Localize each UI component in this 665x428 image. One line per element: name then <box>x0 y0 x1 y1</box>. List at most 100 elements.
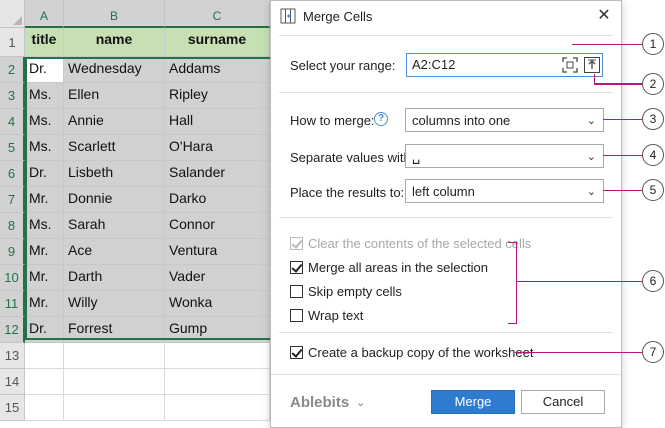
column-header-b[interactable]: B <box>64 0 165 28</box>
header-cell-title[interactable]: title <box>25 28 64 57</box>
callout-line-5 <box>603 190 642 191</box>
row-header-10[interactable]: 10 <box>0 265 25 291</box>
table-cell[interactable]: Scarlett <box>64 135 165 161</box>
empty-cell[interactable] <box>165 395 270 421</box>
chevron-down-icon[interactable]: ⌄ <box>356 396 365 409</box>
dialog-title-bar: Merge Cells ✕ <box>271 1 621 32</box>
empty-cell[interactable] <box>64 369 165 395</box>
header-cell-surname[interactable]: surname <box>165 28 270 57</box>
callout-line-1 <box>572 44 642 45</box>
column-header-a[interactable]: A <box>25 0 64 28</box>
column-header-c[interactable]: C <box>165 0 270 28</box>
row-header-4[interactable]: 4 <box>0 109 25 135</box>
table-cell[interactable]: Ms. <box>25 83 64 109</box>
table-cell[interactable]: Darth <box>64 265 165 291</box>
select-all-corner[interactable] <box>0 0 25 28</box>
empty-cell[interactable] <box>64 343 165 369</box>
table-cell[interactable]: Donnie <box>64 187 165 213</box>
callout-line-3 <box>603 119 642 120</box>
table-cell[interactable]: Darko <box>165 187 270 213</box>
backup-label: Create a backup copy of the worksheet <box>308 345 534 360</box>
table-cell[interactable]: Ms. <box>25 213 64 239</box>
backup-checkbox[interactable] <box>290 346 303 359</box>
empty-cell[interactable] <box>25 395 64 421</box>
empty-cell[interactable] <box>165 369 270 395</box>
row-header-8[interactable]: 8 <box>0 213 25 239</box>
table-cell[interactable]: Dr. <box>25 161 64 187</box>
table-cell[interactable]: Mr. <box>25 239 64 265</box>
header-cell-name[interactable]: name <box>64 28 165 57</box>
table-cell[interactable]: Mr. <box>25 265 64 291</box>
place-results-value: left column <box>412 184 475 199</box>
row-header-1[interactable]: 1 <box>0 28 25 57</box>
how-to-merge-dropdown[interactable]: columns into one ⌄ <box>405 108 604 132</box>
table-cell[interactable]: Wonka <box>165 291 270 317</box>
row-header-12[interactable]: 12 <box>0 317 25 343</box>
table-cell[interactable]: Forrest <box>64 317 165 343</box>
empty-cell[interactable] <box>25 343 64 369</box>
table-cell[interactable]: Ms. <box>25 109 64 135</box>
divider <box>279 92 613 93</box>
row-header-7[interactable]: 7 <box>0 187 25 213</box>
table-cell[interactable]: Willy <box>64 291 165 317</box>
row-header-9[interactable]: 9 <box>0 239 25 265</box>
row-header-5[interactable]: 5 <box>0 135 25 161</box>
table-cell[interactable]: Addams <box>165 57 270 83</box>
clear-contents-checkbox[interactable] <box>290 237 303 250</box>
merge-button[interactable]: Merge <box>431 390 515 414</box>
table-cell[interactable]: Dr. <box>25 57 64 83</box>
table-cell[interactable]: O'Hara <box>165 135 270 161</box>
separator-value: ␣ <box>412 149 421 164</box>
empty-cell[interactable] <box>64 395 165 421</box>
expand-range-icon[interactable] <box>583 56 601 74</box>
callout-1: 1 <box>642 33 664 55</box>
table-cell[interactable]: Hall <box>165 109 270 135</box>
close-button[interactable]: ✕ <box>593 6 615 28</box>
range-value: A2:C12 <box>412 57 456 72</box>
row-header-15[interactable]: 15 <box>0 395 25 421</box>
select-range-icon[interactable] <box>561 56 579 74</box>
cancel-button[interactable]: Cancel <box>521 390 605 414</box>
row-header-3[interactable]: 3 <box>0 83 25 109</box>
divider <box>279 332 613 333</box>
table-cell[interactable]: Ace <box>64 239 165 265</box>
row-header-11[interactable]: 11 <box>0 291 25 317</box>
table-cell[interactable]: Annie <box>64 109 165 135</box>
empty-cell[interactable] <box>25 369 64 395</box>
table-cell[interactable]: Salander <box>165 161 270 187</box>
table-cell[interactable]: Sarah <box>64 213 165 239</box>
callout-line-7 <box>515 352 642 353</box>
row-header-6[interactable]: 6 <box>0 161 25 187</box>
ablebits-logo[interactable]: Ablebits <box>290 394 349 411</box>
table-cell[interactable]: Mr. <box>25 187 64 213</box>
clear-contents-label: Clear the contents of the selected cells <box>308 236 532 251</box>
row-header-2[interactable]: 2 <box>0 57 25 83</box>
callout-5: 5 <box>642 179 664 201</box>
callout-bracket-6 <box>508 242 517 324</box>
merge-cells-icon <box>280 8 296 24</box>
help-icon[interactable]: ? <box>374 112 388 126</box>
table-cell[interactable]: Ripley <box>165 83 270 109</box>
table-cell[interactable]: Ms. <box>25 135 64 161</box>
table-cell[interactable]: Dr. <box>25 317 64 343</box>
table-cell[interactable]: Vader <box>165 265 270 291</box>
table-cell[interactable]: Gump <box>165 317 270 343</box>
spreadsheet: ABC 1 2 3 4 5 6 7 8 9 10 11 12 13 14 15 title name surna… <box>0 0 290 428</box>
row-header-14[interactable]: 14 <box>0 369 25 395</box>
wrap-text-checkbox[interactable] <box>290 309 303 322</box>
merge-all-areas-label: Merge all areas in the selection <box>308 260 488 275</box>
empty-cell[interactable] <box>165 343 270 369</box>
merge-all-areas-checkbox[interactable] <box>290 261 303 274</box>
row-header-13[interactable]: 13 <box>0 343 25 369</box>
wrap-text-label: Wrap text <box>308 308 364 323</box>
separator-label: Separate values with: <box>290 150 415 165</box>
table-cell[interactable]: Mr. <box>25 291 64 317</box>
table-cell[interactable]: Lisbeth <box>64 161 165 187</box>
skip-empty-cells-checkbox[interactable] <box>290 285 303 298</box>
table-cell[interactable]: Wednesday <box>64 57 165 83</box>
table-cell[interactable]: Ventura <box>165 239 270 265</box>
place-results-dropdown[interactable]: left column ⌄ <box>405 179 604 203</box>
table-cell[interactable]: Connor <box>165 213 270 239</box>
separator-dropdown[interactable]: ␣ ⌄ <box>405 144 604 168</box>
table-cell[interactable]: Ellen <box>64 83 165 109</box>
